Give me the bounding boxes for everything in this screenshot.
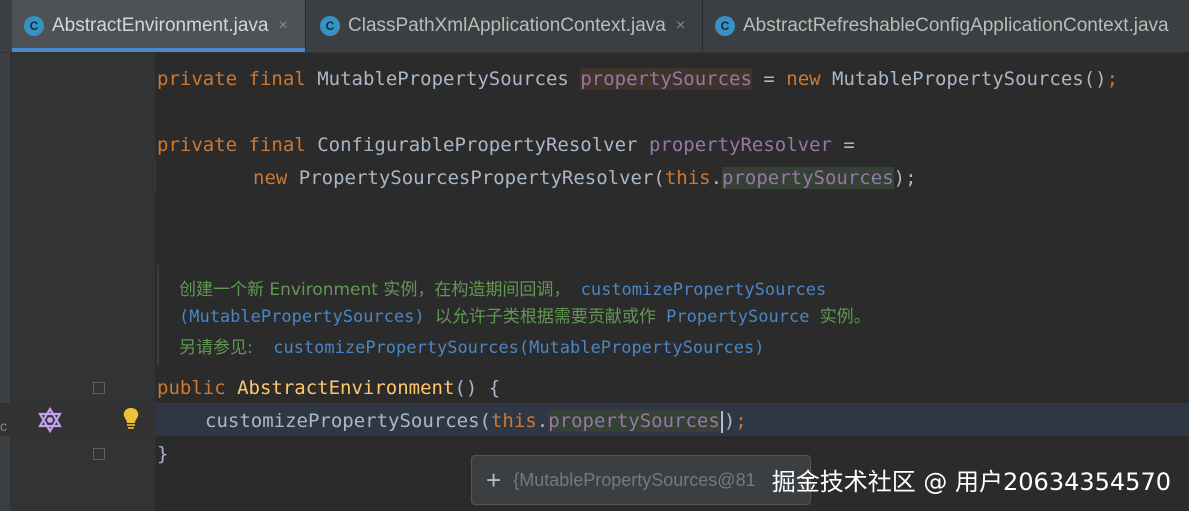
- debug-value-tooltip[interactable]: + {MutablePropertySources@81: [471, 455, 811, 505]
- watermark: 掘金技术社区 @ 用户20634354570: [771, 468, 1171, 496]
- code-line-resolver-init[interactable]: new PropertySourcesPropertyResolver(this…: [253, 165, 917, 191]
- close-icon[interactable]: ×: [676, 17, 685, 35]
- tab-abstract-environment[interactable]: C AbstractEnvironment.java ×: [12, 0, 306, 52]
- indent-guide: [155, 160, 156, 192]
- tab-label: AbstractEnvironment.java: [52, 15, 269, 36]
- gutter-clipped-text: c: [0, 418, 7, 434]
- tab-label: ClassPathXmlApplicationContext.java: [348, 15, 666, 36]
- class-icon: C: [715, 16, 735, 36]
- javadoc-link[interactable]: customizePropertySources(MutableProperty…: [273, 338, 764, 358]
- fold-marker-icon[interactable]: [93, 382, 105, 394]
- code-line-property-resolver[interactable]: private final ConfigurablePropertyResolv…: [157, 132, 855, 158]
- rendered-javadoc[interactable]: 创建一个新 Environment 实例，在构造期间回调， customizeP…: [157, 265, 1059, 365]
- tool-window-strip: [0, 53, 10, 511]
- javadoc-line: (MutablePropertySources) 以允许子类根据需要贡献或作 P…: [179, 307, 871, 327]
- implementation-marker-icon[interactable]: [36, 406, 64, 434]
- tab-label: AbstractRefreshableConfigApplicationCont…: [743, 15, 1169, 36]
- text-caret: [720, 410, 723, 433]
- editor-gutter: [0, 53, 155, 511]
- expand-icon[interactable]: +: [486, 465, 501, 496]
- close-icon[interactable]: ×: [279, 17, 288, 35]
- tab-abstract-refreshable-config-application-context[interactable]: C AbstractRefreshableConfigApplicationCo…: [704, 0, 1189, 52]
- code-line-property-sources[interactable]: private final MutablePropertySources pro…: [157, 66, 1118, 92]
- javadoc-line: 创建一个新 Environment 实例，在构造期间回调， customizeP…: [179, 280, 827, 300]
- editor-tab-bar: C AbstractEnvironment.java × C ClassPath…: [0, 0, 1189, 53]
- code-line-constructor-signature[interactable]: public AbstractEnvironment() {: [157, 375, 500, 401]
- javadoc-link[interactable]: (MutablePropertySources): [179, 307, 425, 327]
- fold-marker-icon[interactable]: [93, 448, 105, 460]
- code-line-closing-brace[interactable]: }: [157, 441, 168, 467]
- tab-classpath-xml-application-context[interactable]: C ClassPathXmlApplicationContext.java ×: [307, 0, 703, 52]
- javadoc-link[interactable]: customizePropertySources: [581, 280, 827, 300]
- class-icon: C: [24, 16, 44, 36]
- tooltip-value: {MutablePropertySources@81: [513, 469, 756, 490]
- code-line-customize-call[interactable]: customizePropertySources(this.propertySo…: [205, 408, 747, 434]
- class-icon: C: [320, 16, 340, 36]
- javadoc-see-also: 另请参见: customizePropertySources(MutablePr…: [179, 338, 765, 358]
- lightbulb-intention-icon[interactable]: [121, 407, 141, 431]
- javadoc-link[interactable]: PropertySource: [666, 307, 809, 327]
